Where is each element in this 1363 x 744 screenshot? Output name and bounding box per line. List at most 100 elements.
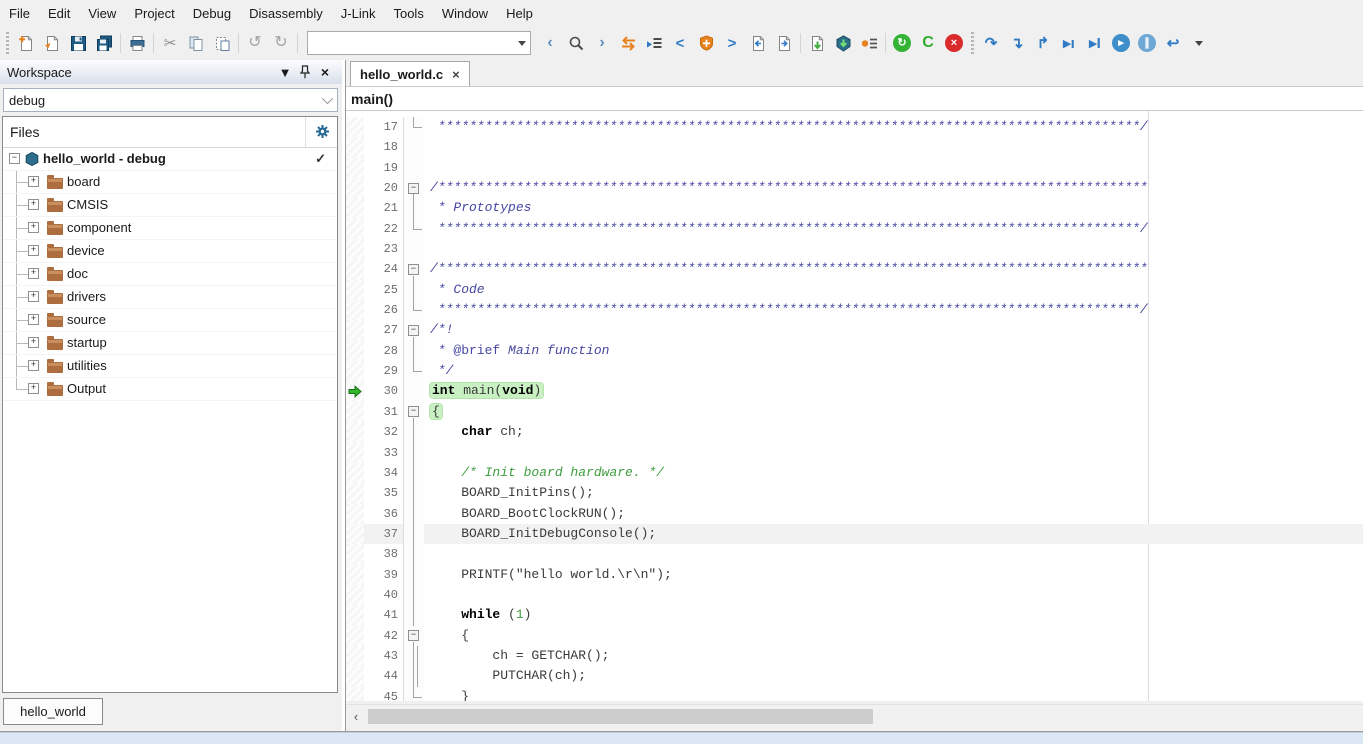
menu-project[interactable]: Project	[125, 6, 183, 21]
step-out-icon[interactable]: ↱	[1030, 30, 1056, 56]
fold-margin[interactable]	[403, 666, 424, 686]
menu-tools[interactable]: Tools	[384, 6, 432, 21]
fold-margin[interactable]	[403, 504, 424, 524]
editor-tab[interactable]: hello_world.c ×	[350, 61, 470, 86]
breakpoint-gutter[interactable]	[346, 524, 364, 544]
tree-item-drivers[interactable]: +drivers	[3, 286, 337, 309]
breakpoint-gutter[interactable]	[346, 280, 364, 300]
breakpoint-gutter[interactable]	[346, 626, 364, 646]
function-selector-bar[interactable]: main()	[346, 86, 1363, 111]
code-text[interactable]: char ch;	[424, 422, 1363, 442]
breakpoint-gutter[interactable]	[346, 544, 364, 564]
tree-item-device[interactable]: +device	[3, 240, 337, 263]
code-text[interactable]: ****************************************…	[424, 117, 1363, 137]
next-bookmark-icon[interactable]: >	[719, 30, 745, 56]
menu-help[interactable]: Help	[497, 6, 542, 21]
navigate-forward-icon[interactable]	[771, 30, 797, 56]
expand-icon[interactable]: +	[28, 176, 39, 187]
breakpoint-gutter[interactable]	[346, 381, 364, 401]
code-text[interactable]: * @brief Main function	[424, 341, 1363, 361]
fold-margin[interactable]: −	[403, 402, 424, 422]
fold-margin[interactable]	[403, 646, 424, 666]
fold-margin[interactable]	[403, 198, 424, 218]
code-text[interactable]: /***************************************…	[424, 178, 1363, 198]
code-text[interactable]	[424, 239, 1363, 259]
breakpoint-gutter[interactable]	[346, 402, 364, 422]
code-text[interactable]: PRINTF("hello world.\r\n");	[424, 565, 1363, 585]
tab-close-icon[interactable]: ×	[452, 67, 460, 82]
code-text[interactable]: * Code	[424, 280, 1363, 300]
configuration-selector[interactable]: debug	[3, 88, 338, 112]
breakpoint-gutter[interactable]	[346, 443, 364, 463]
code-text[interactable]: int main(void)	[424, 381, 1363, 401]
fold-margin[interactable]	[403, 117, 424, 137]
undo-icon[interactable]: ↺	[242, 30, 268, 56]
fold-margin[interactable]: −	[403, 178, 424, 198]
open-document-icon[interactable]	[39, 30, 65, 56]
fold-margin[interactable]	[403, 524, 424, 544]
expand-icon[interactable]: +	[28, 268, 39, 279]
tree-item-startup[interactable]: +startup	[3, 332, 337, 355]
workspace-bottom-tab[interactable]: hello_world	[3, 698, 103, 725]
menu-window[interactable]: Window	[433, 6, 497, 21]
fold-margin[interactable]	[403, 280, 424, 300]
go-icon[interactable]: ▸	[1108, 30, 1134, 56]
tree-item-source[interactable]: +source	[3, 309, 337, 332]
make-icon[interactable]	[830, 30, 856, 56]
menu-debug[interactable]: Debug	[184, 6, 240, 21]
tree-item-cmsis[interactable]: +CMSIS	[3, 194, 337, 217]
fold-margin[interactable]	[403, 605, 424, 625]
code-text[interactable]: ****************************************…	[424, 300, 1363, 320]
scrollbar-thumb[interactable]	[368, 709, 873, 724]
next-statement-icon[interactable]: ▸ı	[1056, 30, 1082, 56]
tree-item-utilities[interactable]: +utilities	[3, 355, 337, 378]
fold-collapse-icon[interactable]: −	[408, 183, 419, 194]
fold-collapse-icon[interactable]: −	[408, 630, 419, 641]
print-icon[interactable]	[124, 30, 150, 56]
expand-icon[interactable]: +	[28, 360, 39, 371]
collapse-icon[interactable]: −	[9, 153, 20, 164]
toggle-bookmark-icon[interactable]	[693, 30, 719, 56]
reset-icon[interactable]: ↩	[1160, 30, 1186, 56]
tree-root-project[interactable]: −hello_world - debug✓	[3, 148, 337, 171]
breakpoint-gutter[interactable]	[346, 239, 364, 259]
copy-icon[interactable]	[183, 30, 209, 56]
breakpoint-gutter[interactable]	[346, 422, 364, 442]
toolbar-options-icon[interactable]	[1186, 30, 1212, 56]
go-to-icon[interactable]	[641, 30, 667, 56]
fold-collapse-icon[interactable]: −	[408, 264, 419, 275]
tree-item-board[interactable]: +board	[3, 171, 337, 194]
code-text[interactable]	[424, 158, 1363, 178]
expand-icon[interactable]: +	[28, 291, 39, 302]
breakpoint-gutter[interactable]	[346, 219, 364, 239]
breakpoint-gutter[interactable]	[346, 300, 364, 320]
code-text[interactable]	[424, 137, 1363, 157]
fold-margin[interactable]	[403, 361, 424, 381]
code-text[interactable]: {	[424, 626, 1363, 646]
fold-margin[interactable]	[403, 463, 424, 483]
breakpoint-gutter[interactable]	[346, 158, 364, 178]
find-next-icon[interactable]: ›	[589, 30, 615, 56]
breakpoint-gutter[interactable]	[346, 687, 364, 701]
replace-icon[interactable]	[615, 30, 641, 56]
code-text[interactable]: BOARD_InitDebugConsole();	[424, 524, 1363, 544]
scroll-left-icon[interactable]: ‹	[346, 709, 366, 724]
new-document-icon[interactable]	[13, 30, 39, 56]
code-text[interactable]: PUTCHAR(ch);	[424, 666, 1363, 686]
breakpoint-gutter[interactable]	[346, 117, 364, 137]
code-text[interactable]: /*!	[424, 320, 1363, 340]
breakpoint-gutter[interactable]	[346, 341, 364, 361]
breakpoint-gutter[interactable]	[346, 463, 364, 483]
fold-margin[interactable]	[403, 443, 424, 463]
previous-bookmark-icon[interactable]: <	[667, 30, 693, 56]
close-icon[interactable]: ×	[315, 63, 335, 81]
break-icon[interactable]: ∥	[1134, 30, 1160, 56]
code-text[interactable]	[424, 443, 1363, 463]
expand-icon[interactable]: +	[28, 222, 39, 233]
toolbar-drag-handle[interactable]	[971, 32, 974, 54]
fold-margin[interactable]	[403, 137, 424, 157]
code-text[interactable]: * Prototypes	[424, 198, 1363, 218]
expand-icon[interactable]: +	[28, 314, 39, 325]
code-text[interactable]: ch = GETCHAR();	[424, 646, 1363, 666]
save-icon[interactable]	[65, 30, 91, 56]
